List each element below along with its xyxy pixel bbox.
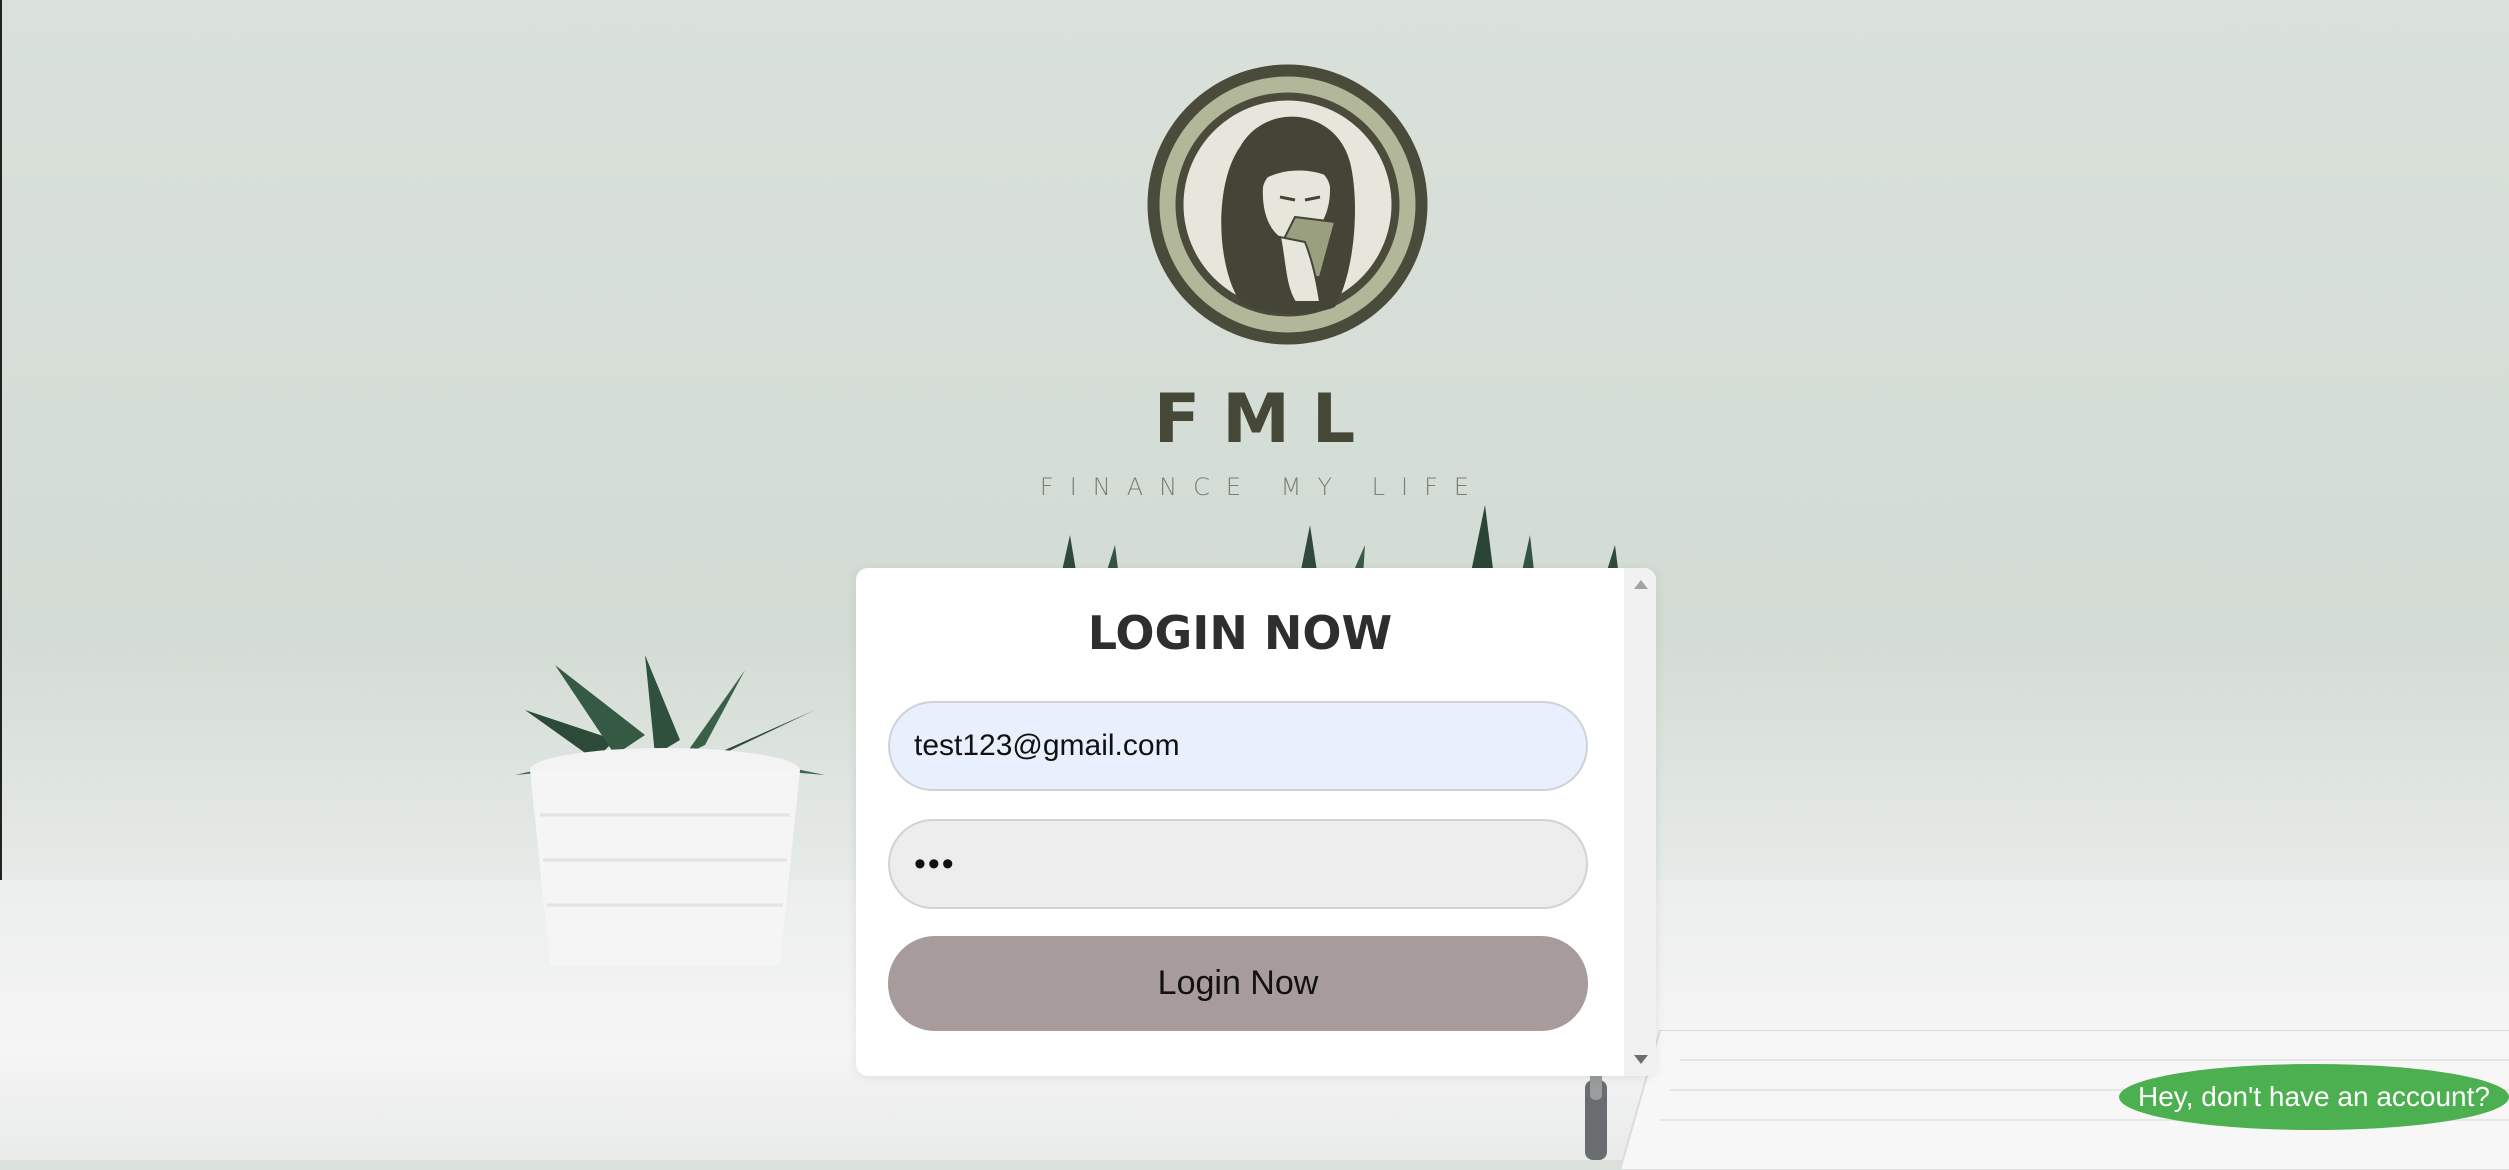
background-pen-image [1585,1070,1607,1160]
brand-logo [1147,64,1428,345]
scroll-up-arrow-icon[interactable] [1634,580,1648,589]
email-field[interactable] [888,701,1588,791]
login-card: LOGIN NOW Login Now [856,568,1656,1076]
password-field[interactable] [888,819,1588,909]
background-potted-plant-image [515,655,825,965]
login-heading: LOGIN NOW [1087,606,1393,660]
signup-prompt-button[interactable]: Hey, don't have an account? [2119,1064,2509,1130]
brand-subtitle: FINANCE MY LIFE [1039,473,1486,501]
login-button[interactable]: Login Now [888,936,1588,1031]
scroll-down-arrow-icon[interactable] [1634,1055,1648,1064]
login-card-scrollbar[interactable] [1624,568,1656,1076]
brand-title: FML [1153,380,1378,459]
